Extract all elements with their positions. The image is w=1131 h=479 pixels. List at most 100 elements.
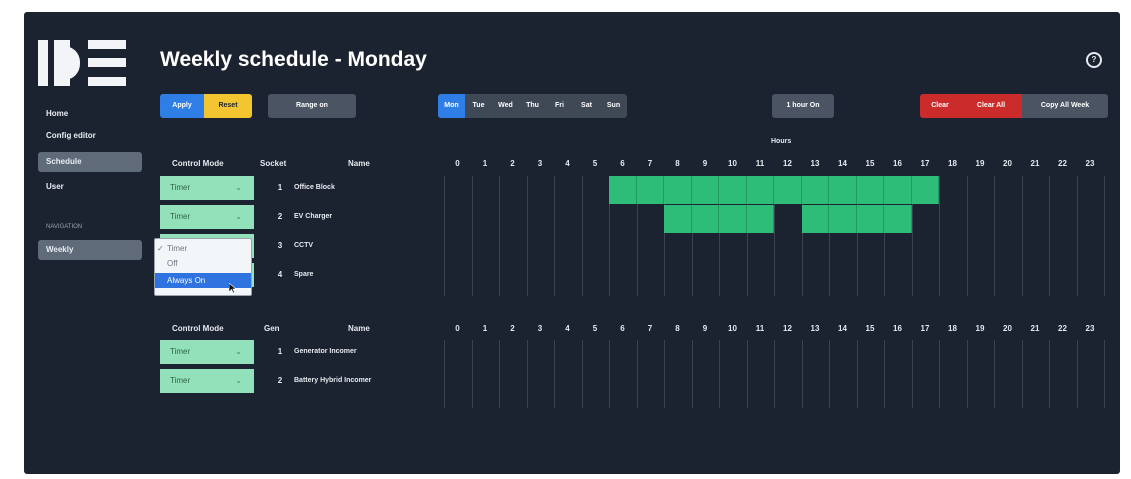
sockets-hour-label: 2 <box>510 159 515 168</box>
sidebar-item-home[interactable]: Home <box>38 104 142 124</box>
sidebar-item-weekly[interactable]: Weekly <box>38 240 142 260</box>
socket-on-hour-cell[interactable] <box>884 176 912 204</box>
sockets-grid-line <box>499 176 500 296</box>
day-tab-thu[interactable]: Thu <box>519 94 546 118</box>
socket-on-hour-cell[interactable] <box>774 176 802 204</box>
gens-grid-line <box>774 340 775 408</box>
sidebar-item-schedule[interactable]: Schedule <box>38 152 142 172</box>
sockets-grid-line <box>1077 176 1078 296</box>
gens-hour-label: 13 <box>810 324 820 333</box>
sockets-mode-header: Control Mode <box>172 159 224 168</box>
gen-name: Battery Hybrid Incomer <box>294 377 372 384</box>
socket-on-hour-cell[interactable] <box>746 205 774 233</box>
socket-control-mode-select[interactable]: Timer ⌄ <box>160 176 254 200</box>
sockets-grid-line <box>1104 176 1105 296</box>
sockets-grid-line <box>939 176 940 296</box>
reset-button[interactable]: Reset <box>204 94 252 118</box>
control-mode-dropdown: ✓ Timer Off Always On <box>154 238 252 296</box>
gens-hour-label: 10 <box>728 324 737 333</box>
socket-on-hour-cell[interactable] <box>856 176 884 204</box>
socket-on-hour-cell[interactable] <box>746 176 774 204</box>
sidebar-item-config-editor[interactable]: Config editor <box>38 126 142 146</box>
gens-grid-line <box>939 340 940 408</box>
socket-on-hour-cell[interactable] <box>636 176 664 204</box>
gens-grid-line <box>444 340 445 408</box>
socket-on-hour-cell[interactable] <box>911 176 939 204</box>
clear-all-button[interactable]: Clear All <box>960 94 1022 118</box>
one-hour-on-button[interactable]: 1 hour On <box>772 94 834 118</box>
gen-control-mode-select[interactable]: Timer ⌄ <box>160 369 254 393</box>
day-tab-fri[interactable]: Fri <box>546 94 573 118</box>
gens-hour-label: 19 <box>975 324 985 333</box>
socket-on-hour-cell[interactable] <box>664 205 692 233</box>
socket-on-hour-cell[interactable] <box>801 176 829 204</box>
gens-grid-line <box>994 340 995 408</box>
sockets-grid-line <box>527 176 528 296</box>
gens-id-header: Gen <box>264 324 280 333</box>
sockets-grid-line <box>967 176 968 296</box>
socket-on-hour-cell[interactable] <box>829 205 857 233</box>
gens-hour-label: 16 <box>893 324 902 333</box>
gen-id: 2 <box>277 376 283 385</box>
dropdown-option-off[interactable]: Off <box>155 256 251 271</box>
select-value: Timer <box>170 347 191 356</box>
sockets-hour-label: 3 <box>537 159 543 168</box>
gens-hour-label: 4 <box>565 324 570 333</box>
socket-control-mode-select[interactable]: Timer ⌄ <box>160 205 254 229</box>
gens-hour-label: 17 <box>920 324 930 333</box>
gens-grid-line <box>637 340 638 408</box>
gens-name-header: Name <box>348 324 370 333</box>
socket-name: EV Charger <box>294 213 333 220</box>
apply-button[interactable]: Apply <box>160 94 204 118</box>
clear-button[interactable]: Clear <box>920 94 960 118</box>
socket-name: Office Block <box>294 184 335 191</box>
gens-hour-label: 23 <box>1085 324 1095 333</box>
chevron-down-icon: ⌄ <box>235 212 242 221</box>
socket-on-hour-cell[interactable] <box>719 176 747 204</box>
gen-name: Generator Incomer <box>294 348 357 355</box>
sockets-hour-label: 13 <box>810 159 820 168</box>
socket-on-hour-cell[interactable] <box>719 205 747 233</box>
gens-grid-line <box>857 340 858 408</box>
socket-on-hour-cell[interactable] <box>884 205 912 233</box>
sockets-hour-label: 23 <box>1085 159 1095 168</box>
gen-control-mode-select[interactable]: Timer ⌄ <box>160 340 254 364</box>
help-icon[interactable]: ? <box>1086 52 1102 68</box>
gens-hour-label: 15 <box>865 324 875 333</box>
sockets-hour-label: 1 <box>482 159 488 168</box>
gens-hour-label: 8 <box>675 324 680 333</box>
gens-grid-line <box>499 340 500 408</box>
day-tab-sun[interactable]: Sun <box>600 94 627 118</box>
sidebar-item-user[interactable]: User <box>38 177 142 197</box>
sockets-hour-label: 16 <box>893 159 902 168</box>
day-tab-sat[interactable]: Sat <box>573 94 600 118</box>
chevron-down-icon: ⌄ <box>235 376 242 385</box>
dropdown-option-timer[interactable]: ✓ Timer <box>155 241 251 256</box>
chevron-down-icon: ⌄ <box>235 347 242 356</box>
sockets-hour-label: 20 <box>1003 159 1012 168</box>
socket-on-hour-cell[interactable] <box>609 176 637 204</box>
socket-on-hour-cell[interactable] <box>829 176 857 204</box>
select-value: Timer <box>170 376 191 385</box>
day-tab-wed[interactable]: Wed <box>492 94 519 118</box>
day-tab-mon[interactable]: Mon <box>438 94 465 118</box>
gens-grid-line <box>664 340 665 408</box>
gens-hour-label: 7 <box>647 324 653 333</box>
gens-hour-label: 3 <box>537 324 543 333</box>
copy-all-week-button[interactable]: Copy All Week <box>1022 94 1108 118</box>
chevron-down-icon: ⌄ <box>235 183 242 192</box>
day-tab-tue[interactable]: Tue <box>465 94 492 118</box>
mouse-cursor-icon <box>229 283 237 293</box>
gens-hour-label: 12 <box>783 324 792 333</box>
sockets-hour-label: 11 <box>755 159 765 168</box>
socket-on-hour-cell[interactable] <box>664 176 692 204</box>
app-window: Home Config editor Schedule User NAVIGAT… <box>24 12 1120 474</box>
socket-on-hour-cell[interactable] <box>856 205 884 233</box>
socket-on-hour-cell[interactable] <box>691 205 719 233</box>
range-button[interactable]: Range on <box>268 94 356 118</box>
sockets-hour-label: 6 <box>620 159 625 168</box>
sockets-hour-label: 8 <box>675 159 680 168</box>
socket-on-hour-cell[interactable] <box>801 205 829 233</box>
socket-id: 3 <box>277 241 283 250</box>
socket-on-hour-cell[interactable] <box>691 176 719 204</box>
